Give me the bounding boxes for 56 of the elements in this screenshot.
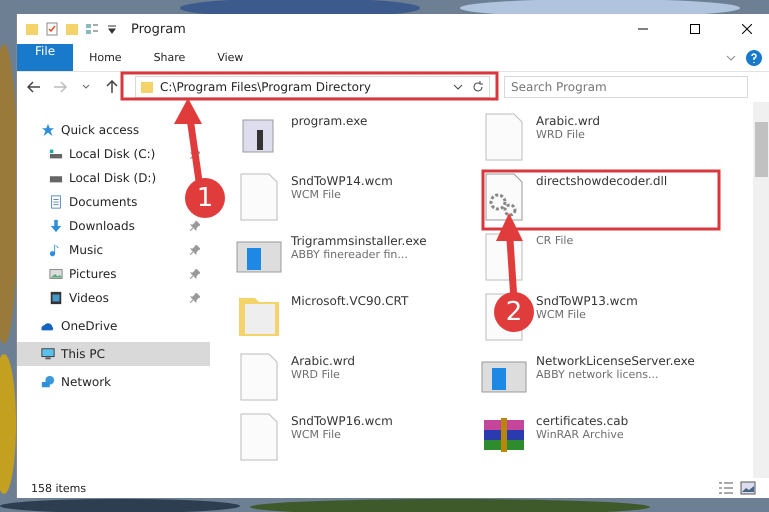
- pin-icon[interactable]: [190, 221, 200, 231]
- sidebar-item[interactable]: Local Disk (C:): [17, 142, 160, 166]
- pin-icon[interactable]: [190, 245, 200, 255]
- drive-icon: [49, 147, 63, 161]
- sidebar-item[interactable]: Downloads: [17, 214, 139, 238]
- view-options-icon[interactable]: [85, 22, 99, 36]
- refresh-icon[interactable]: [471, 80, 485, 94]
- sidebar-item[interactable]: Network: [17, 370, 210, 394]
- sidebar-item[interactable]: Videos: [17, 286, 113, 310]
- item-count: 158 items: [31, 482, 88, 494]
- pin-icon[interactable]: [190, 269, 200, 279]
- file-item[interactable]: directshowdecoder.dll: [480, 170, 725, 230]
- properties-icon[interactable]: [45, 22, 59, 36]
- window-title: Program: [131, 22, 187, 36]
- sidebar-item[interactable]: Pictures: [17, 262, 121, 286]
- download-icon: [49, 219, 63, 233]
- sidebar-item[interactable]: Music: [17, 238, 108, 262]
- forward-arrow-icon: [53, 81, 67, 93]
- close-icon: [742, 24, 752, 34]
- sidebar-item[interactable]: Quick access: [17, 118, 210, 142]
- up-arrow-icon: [106, 80, 118, 94]
- video-icon: [49, 291, 63, 305]
- file-item[interactable]: Microsoft.VC90.CRT: [235, 290, 480, 350]
- sidebar-item[interactable]: OneDrive: [17, 314, 210, 338]
- computer-icon: [41, 347, 55, 361]
- ribbon-tab[interactable]: Share: [138, 44, 202, 71]
- back-arrow-icon: [27, 81, 41, 93]
- sidebar-item[interactable]: Documents: [17, 190, 142, 214]
- file-item[interactable]: SndToWP14.wcm WCM File: [235, 170, 480, 230]
- document-icon: [49, 195, 63, 209]
- ribbon-tab[interactable]: View: [201, 44, 260, 71]
- search-field[interactable]: Search Program: [504, 76, 748, 98]
- address-field[interactable]: C:\Program Files\Program Directory: [135, 76, 490, 98]
- file-item[interactable]: Arabic.wrd WRD File: [235, 350, 480, 410]
- caret-icon: [82, 84, 90, 90]
- pin-icon[interactable]: [190, 293, 200, 303]
- scrollbar[interactable]: [753, 102, 769, 478]
- maximize-icon: [690, 24, 700, 34]
- network-icon: [41, 375, 55, 389]
- large-icons-view-icon[interactable]: [740, 481, 756, 495]
- file-item[interactable]: Arabic.wrd WRD File: [480, 110, 725, 170]
- star-icon: [41, 123, 55, 137]
- file-item[interactable]: certificates.cab WinRAR Archive: [480, 410, 725, 470]
- help-icon[interactable]: [746, 50, 762, 66]
- file-item[interactable]: Trigrammsinstaller.exe ABBY finereader fin...: [235, 230, 480, 290]
- picture-icon: [49, 267, 63, 281]
- details-view-icon[interactable]: [718, 481, 734, 495]
- pin-icon[interactable]: [190, 149, 200, 159]
- folder-icon: [140, 80, 154, 94]
- sidebar-item[interactable]: Local Disk (D:): [17, 166, 160, 190]
- file-item[interactable]: program.exe: [235, 110, 480, 170]
- file-menu-button[interactable]: File: [17, 44, 74, 71]
- file-item[interactable]: SndToWP16.wcm WCM File: [235, 410, 480, 470]
- file-item[interactable]: NetworkLicenseServer.exe ABBY network licens...: [480, 350, 725, 410]
- ribbon-tab[interactable]: Home: [73, 44, 138, 71]
- sidebar-item[interactable]: This PC: [17, 342, 210, 366]
